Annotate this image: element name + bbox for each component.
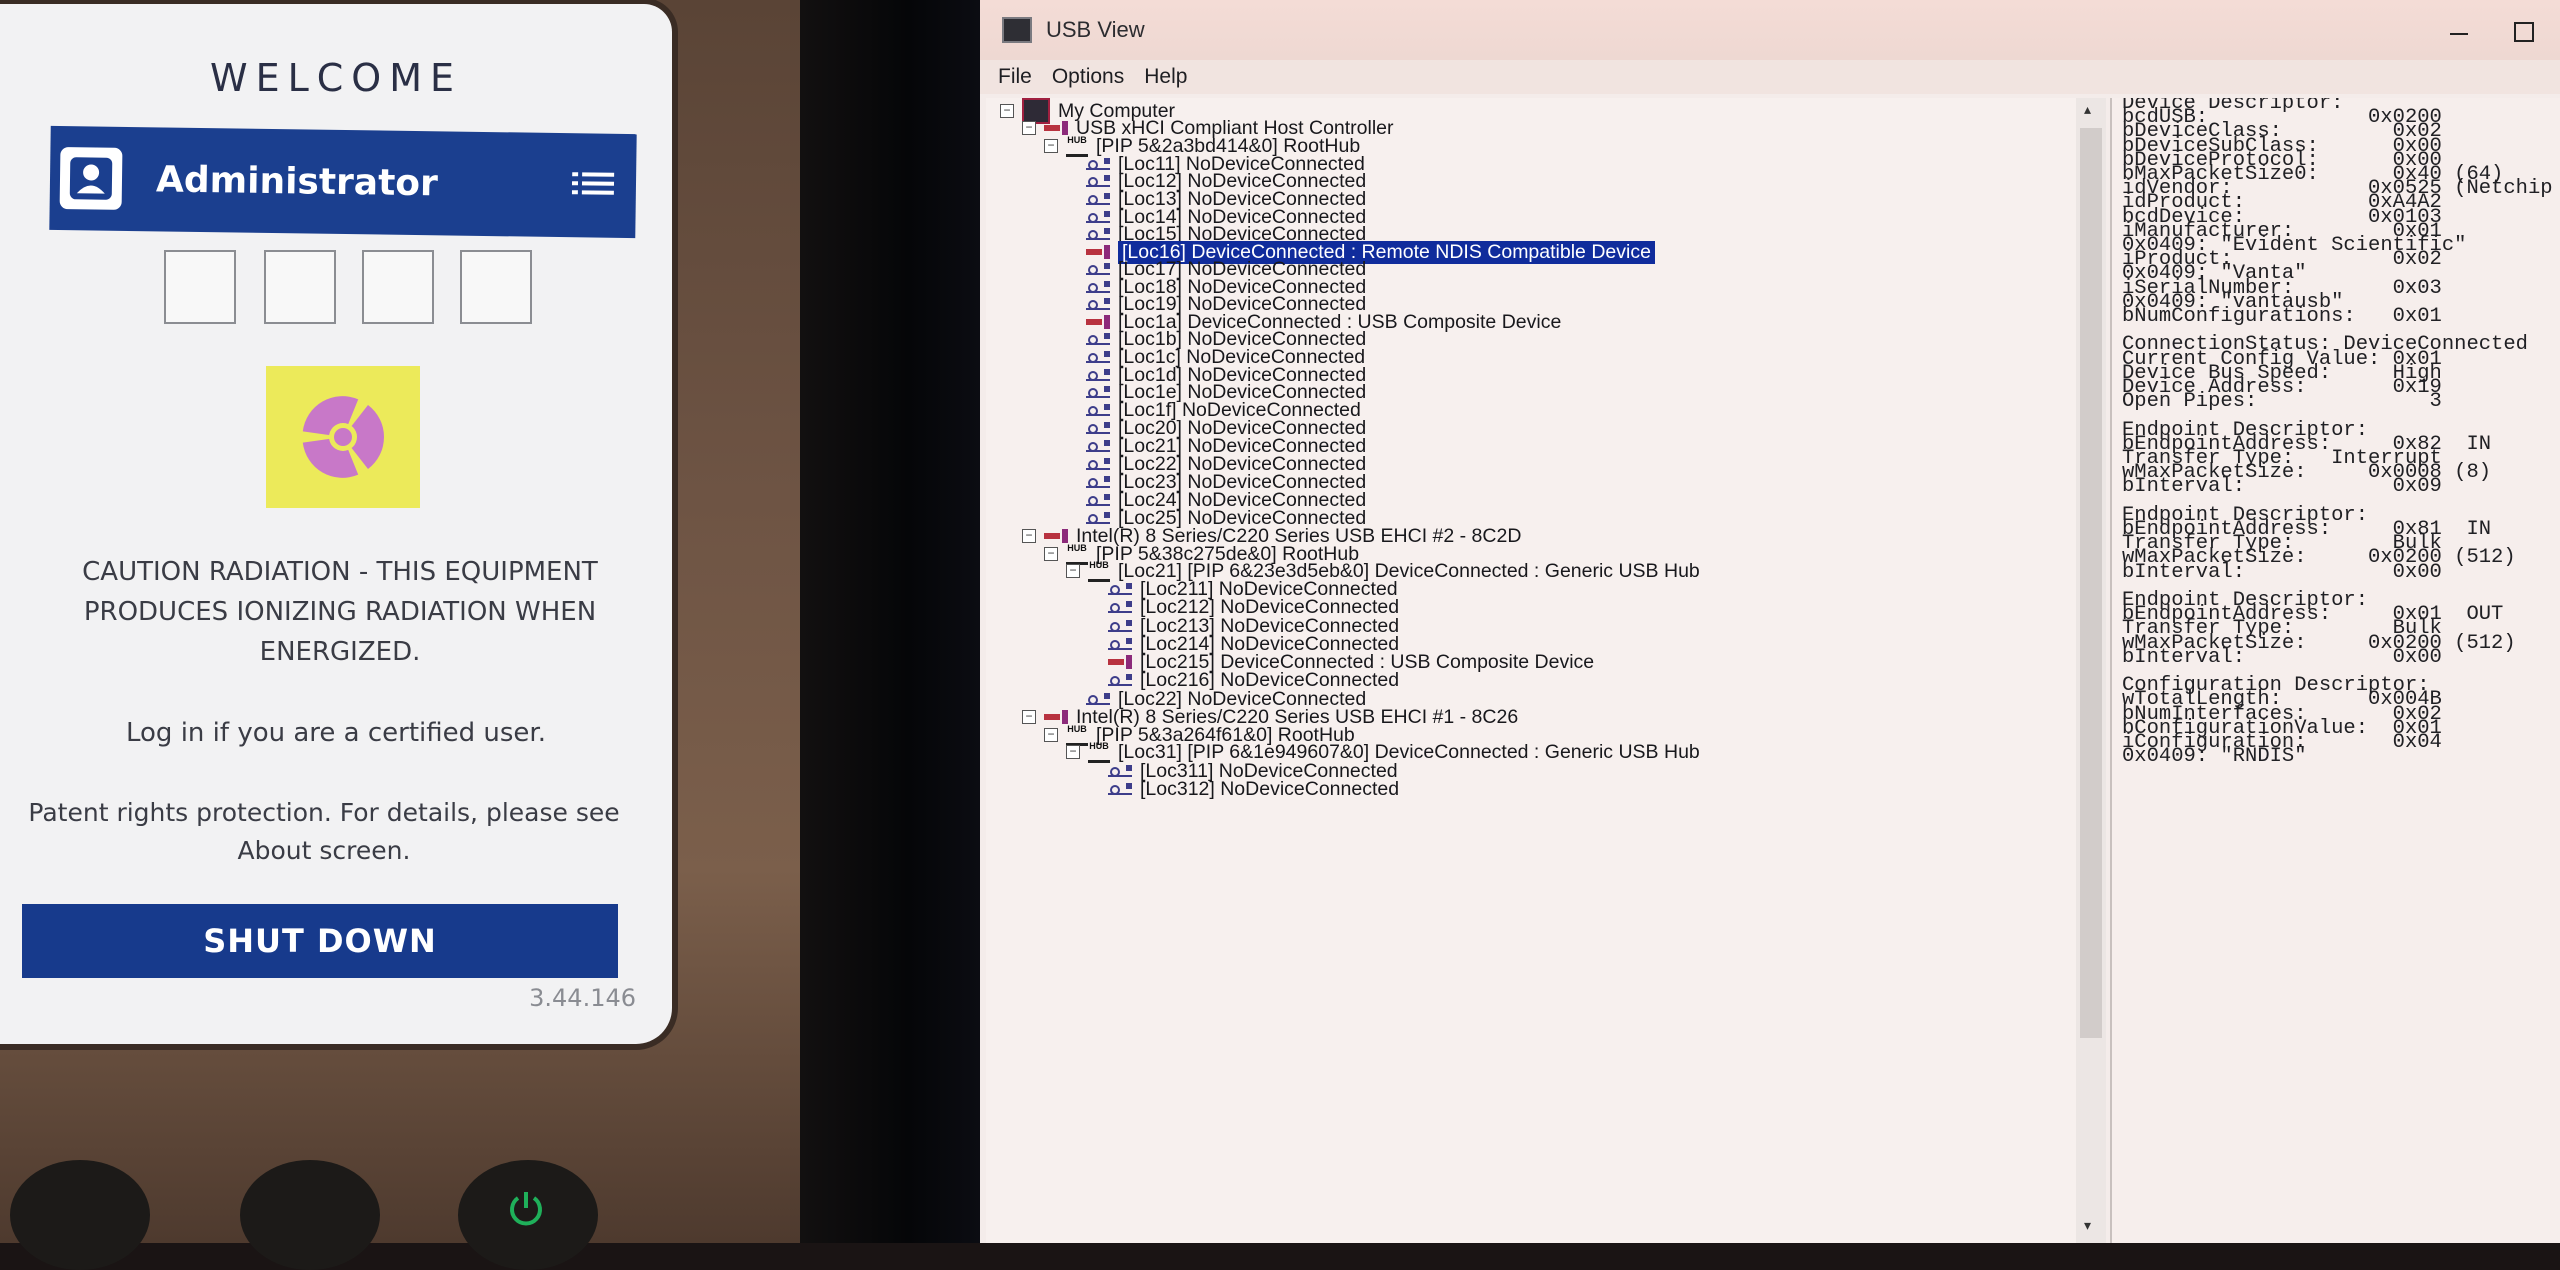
descriptor-line: 0x0409: "RNDIS" xyxy=(2122,745,2307,769)
welcome-heading: WELCOME xyxy=(210,56,462,100)
device-tree[interactable]: − My Computer − USB xHCI Compliant Host Con… xyxy=(986,98,2076,1243)
menu-help[interactable]: Help xyxy=(1144,65,1187,89)
hardware-button-left[interactable] xyxy=(10,1160,150,1270)
descriptor-line: bInterval: 0x00 xyxy=(2122,645,2442,669)
app-icon xyxy=(1002,17,1032,43)
version-label: 3.44.146 xyxy=(529,984,636,1012)
pin-digit-1[interactable] xyxy=(164,250,236,324)
user-avatar-icon xyxy=(59,147,123,210)
expand-toggle-icon[interactable]: − xyxy=(1000,104,1014,118)
menu-file[interactable]: File xyxy=(998,65,1032,89)
minimize-icon[interactable] xyxy=(2450,18,2468,36)
user-selector[interactable]: Administrator xyxy=(49,125,637,239)
hardware-button-middle[interactable] xyxy=(240,1160,380,1270)
shutdown-button[interactable]: SHUT DOWN xyxy=(22,904,618,978)
user-list-icon[interactable] xyxy=(571,170,616,201)
usb-port-icon xyxy=(1108,674,1132,686)
pin-digit-2[interactable] xyxy=(264,250,336,324)
device-screen: WELCOME Administrator CAUTION RADIATION … xyxy=(0,4,672,1044)
menu-bar: File Options Help xyxy=(980,60,2560,94)
radiation-warning-icon xyxy=(266,366,420,508)
expand-toggle-icon[interactable]: − xyxy=(1044,547,1058,561)
username-label: Administrator xyxy=(155,158,439,204)
expand-toggle-icon[interactable]: − xyxy=(1066,564,1080,578)
tree-scrollbar[interactable]: ▴ ▾ xyxy=(2076,98,2106,1243)
radiation-caution-text: CAUTION RADIATION - THIS EQUIPMENT PRODU… xyxy=(82,557,598,667)
descriptor-line: Open Pipes: 3 xyxy=(2122,390,2442,414)
scroll-up-icon[interactable]: ▴ xyxy=(2084,102,2098,116)
menu-options[interactable]: Options xyxy=(1052,65,1124,89)
descriptor-line: bNumConfigurations: 0x01 xyxy=(2122,305,2442,328)
patent-notice: Patent rights protection. For details, p… xyxy=(28,798,620,865)
descriptor-details[interactable]: Device Descriptor: bcdUSB: 0x0200 bDeviceC… xyxy=(2110,98,2560,1243)
expand-toggle-icon[interactable]: − xyxy=(1066,745,1080,759)
pin-digit-3[interactable] xyxy=(362,250,434,324)
usbview-window: USB View File Options Help − My Computer −… xyxy=(980,0,2560,1243)
handheld-device: WELCOME Administrator CAUTION RADIATION … xyxy=(0,0,800,1270)
login-hint: Log in if you are a certified user. xyxy=(126,718,546,748)
usb-port-icon xyxy=(1108,783,1132,795)
expand-toggle-icon[interactable]: − xyxy=(1022,710,1036,724)
pin-digit-4[interactable] xyxy=(460,250,532,324)
power-icon xyxy=(510,1192,542,1226)
tree-node[interactable]: [Loc312] NoDeviceConnected xyxy=(1088,776,1399,802)
title-bar[interactable]: USB View xyxy=(980,0,2560,60)
window-title: USB View xyxy=(1046,17,1145,42)
usb-port-icon xyxy=(1108,601,1132,613)
scroll-down-icon[interactable]: ▾ xyxy=(2084,1218,2098,1232)
expand-toggle-icon[interactable]: − xyxy=(1044,728,1058,742)
expand-toggle-icon[interactable]: − xyxy=(1022,121,1036,135)
maximize-icon[interactable] xyxy=(2514,22,2534,42)
expand-toggle-icon[interactable]: − xyxy=(1022,529,1036,543)
descriptor-line: bInterval: 0x00 xyxy=(2122,560,2442,584)
monitor-bezel xyxy=(800,0,980,1243)
tree-scroll-thumb[interactable] xyxy=(2080,128,2102,1038)
descriptor-line: bInterval: 0x09 xyxy=(2122,475,2442,499)
expand-toggle-icon[interactable]: − xyxy=(1044,139,1058,153)
tree-node-label: [Loc312] NoDeviceConnected xyxy=(1140,777,1400,800)
